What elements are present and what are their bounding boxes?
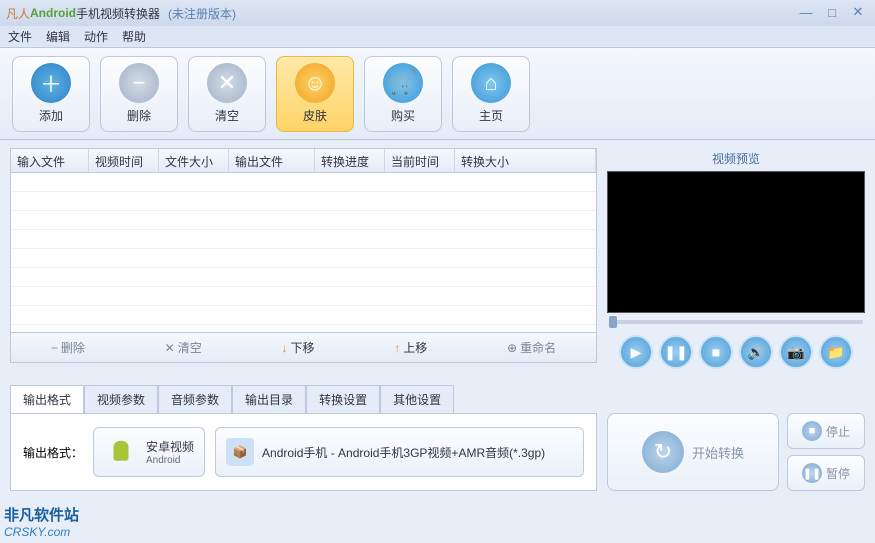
output-settings-panel: 输出格式： 安卓视频Android 📦 Android手机 - Android手…: [10, 413, 597, 491]
pause-button[interactable]: ❚❚: [659, 335, 693, 369]
tab-other-settings[interactable]: 其他设置: [380, 385, 454, 413]
titlebar: 凡人Android手机视频转换器 (未注册版本) — □ ✕: [0, 0, 875, 26]
clear-button[interactable]: ✕清空: [188, 56, 266, 132]
smile-icon: ☺: [295, 63, 335, 103]
output-format-label: 输出格式：: [23, 444, 83, 461]
cart-icon: 🛒: [383, 63, 423, 103]
col-current-time[interactable]: 当前时间: [385, 149, 455, 172]
table-row: [11, 211, 596, 230]
platform-select[interactable]: 安卓视频Android: [93, 427, 205, 477]
list-up-button[interactable]: ↑上移: [394, 339, 427, 356]
rename-icon: ⊕: [507, 341, 517, 355]
table-row: [11, 306, 596, 325]
settings-tabs: 输出格式 视频参数 音频参数 输出目录 转换设置 其他设置: [0, 377, 875, 413]
table-body[interactable]: [11, 173, 596, 332]
title-rest: 手机视频转换器: [76, 5, 160, 22]
seek-slider[interactable]: [607, 313, 865, 331]
playback-controls: ▶ ❚❚ ■ 🔊 📷 📁: [607, 331, 865, 373]
plus-icon: ＋: [31, 63, 71, 103]
tab-output-format[interactable]: 输出格式: [10, 385, 84, 413]
x-icon: ✕: [207, 63, 247, 103]
box-icon: 📦: [226, 438, 254, 466]
col-output-file[interactable]: 输出文件: [229, 149, 315, 172]
toolbar: ＋添加 −删除 ✕清空 ☺皮肤 🛒购买 ⌂主页: [0, 48, 875, 140]
stop-icon: ■: [802, 421, 822, 441]
title-registration: (未注册版本): [168, 5, 236, 22]
list-actions: −删除 ✕清空 ↓下移 ↑上移 ⊕重命名: [10, 333, 597, 363]
table-row: [11, 230, 596, 249]
stop-convert-button[interactable]: ■停止: [787, 413, 865, 449]
delete-button[interactable]: −删除: [100, 56, 178, 132]
table-row: [11, 268, 596, 287]
preview-title: 视频预览: [607, 148, 865, 171]
minus-icon: −: [119, 63, 159, 103]
col-input-file[interactable]: 输入文件: [11, 149, 89, 172]
menu-help[interactable]: 帮助: [122, 28, 146, 45]
col-progress[interactable]: 转换进度: [315, 149, 385, 172]
x-icon: ✕: [165, 341, 175, 355]
home-button[interactable]: ⌂主页: [452, 56, 530, 132]
play-button[interactable]: ▶: [619, 335, 653, 369]
title-android: Android: [30, 6, 76, 20]
start-convert-button[interactable]: ↻ 开始转换: [607, 413, 779, 491]
slider-thumb[interactable]: [609, 316, 617, 328]
menubar: 文件 编辑 动作 帮助: [0, 26, 875, 48]
tab-audio-params[interactable]: 音频参数: [158, 385, 232, 413]
col-convert-size[interactable]: 转换大小: [455, 149, 596, 172]
pause-icon: ❚❚: [802, 463, 822, 483]
buy-button[interactable]: 🛒购买: [364, 56, 442, 132]
home-icon: ⌂: [471, 63, 511, 103]
close-button[interactable]: ✕: [847, 4, 869, 20]
title-brand: 凡人: [6, 5, 30, 22]
folder-icon: 📁: [827, 344, 844, 361]
maximize-button[interactable]: □: [821, 4, 843, 20]
camera-icon: 📷: [787, 344, 804, 361]
table-row: [11, 249, 596, 268]
table-row: [11, 192, 596, 211]
skin-button[interactable]: ☺皮肤: [276, 56, 354, 132]
table-header: 输入文件 视频时间 文件大小 输出文件 转换进度 当前时间 转换大小: [11, 149, 596, 173]
table-row: [11, 173, 596, 192]
add-button[interactable]: ＋添加: [12, 56, 90, 132]
watermark: 非凡软件站 CRSKY.com: [4, 504, 79, 539]
menu-edit[interactable]: 编辑: [46, 28, 70, 45]
open-button[interactable]: 📁: [819, 335, 853, 369]
file-table: 输入文件 视频时间 文件大小 输出文件 转换进度 当前时间 转换大小: [10, 148, 597, 333]
volume-button[interactable]: 🔊: [739, 335, 773, 369]
android-icon: [104, 435, 138, 469]
format-select[interactable]: 📦 Android手机 - Android手机3GP视频+AMR音频(*.3gp…: [215, 427, 584, 477]
snapshot-button[interactable]: 📷: [779, 335, 813, 369]
play-icon: ▶: [631, 344, 642, 361]
list-down-button[interactable]: ↓下移: [281, 339, 314, 356]
speaker-icon: 🔊: [747, 344, 764, 361]
list-delete-button[interactable]: −删除: [51, 339, 85, 356]
pause-icon: ❚❚: [664, 344, 687, 361]
video-preview[interactable]: [607, 171, 865, 313]
menu-file[interactable]: 文件: [8, 28, 32, 45]
up-arrow-icon: ↑: [394, 341, 400, 355]
stop-button[interactable]: ■: [699, 335, 733, 369]
col-file-size[interactable]: 文件大小: [159, 149, 229, 172]
col-video-time[interactable]: 视频时间: [89, 149, 159, 172]
stop-icon: ■: [712, 344, 720, 360]
minus-icon: −: [51, 341, 58, 355]
menu-action[interactable]: 动作: [84, 28, 108, 45]
pause-convert-button[interactable]: ❚❚暂停: [787, 455, 865, 491]
tab-output-dir[interactable]: 输出目录: [232, 385, 306, 413]
tab-convert-settings[interactable]: 转换设置: [306, 385, 380, 413]
down-arrow-icon: ↓: [281, 341, 287, 355]
table-row: [11, 287, 596, 306]
minimize-button[interactable]: —: [795, 4, 817, 20]
tab-video-params[interactable]: 视频参数: [84, 385, 158, 413]
list-rename-button[interactable]: ⊕重命名: [507, 339, 556, 356]
refresh-icon: ↻: [642, 431, 684, 473]
list-clear-button[interactable]: ✕清空: [165, 339, 202, 356]
